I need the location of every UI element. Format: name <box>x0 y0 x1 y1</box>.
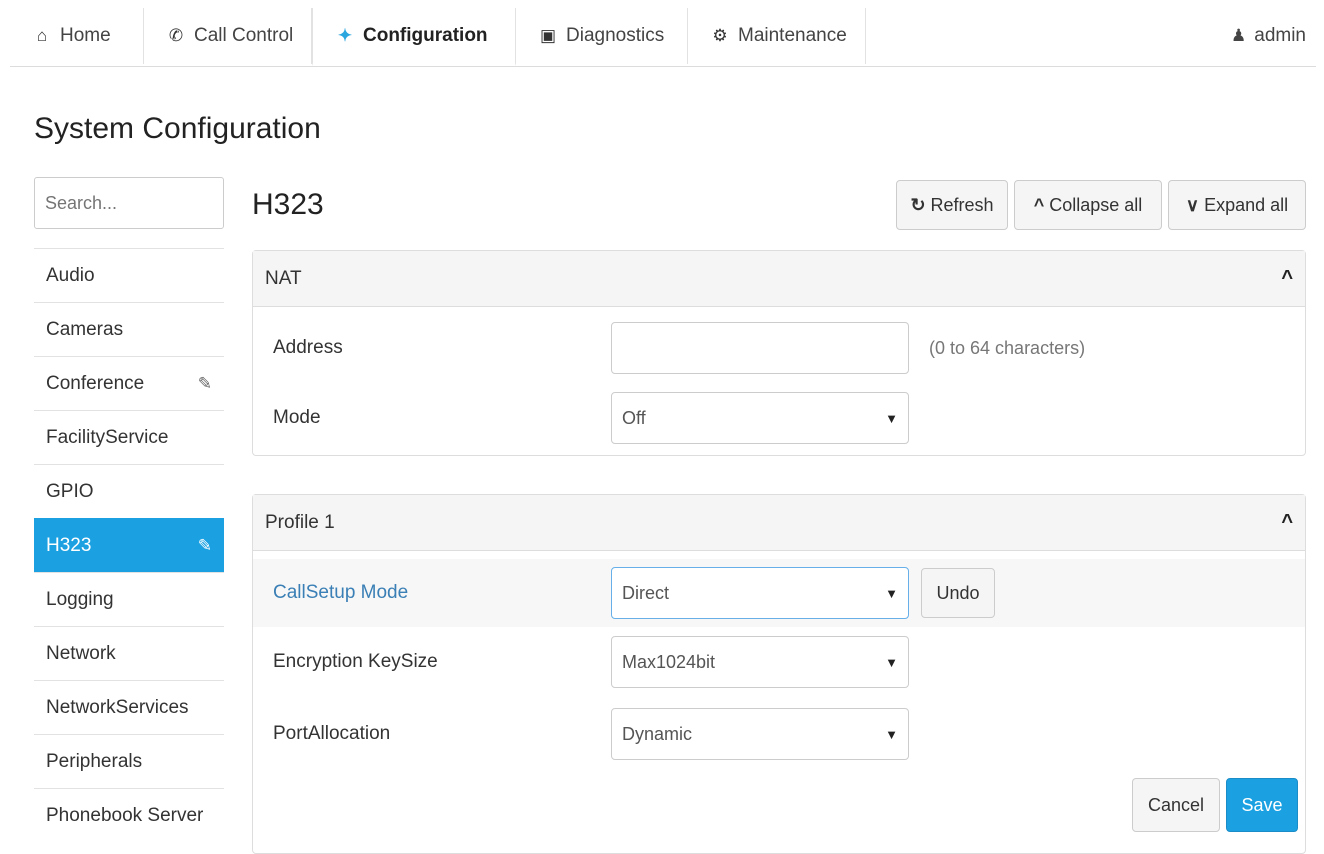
top-navigation: ⌂ Home ✆ Call Control ✦ Configuration ▣ … <box>10 8 1316 67</box>
refresh-button[interactable]: ↻ Refresh <box>896 180 1008 230</box>
sidebar-item-logging[interactable]: Logging <box>34 572 224 626</box>
sidebar-item-gpio[interactable]: GPIO <box>34 464 224 518</box>
encryption-keysize-select[interactable]: Max1024bit ▼ <box>611 636 909 688</box>
sidebar-item-audio[interactable]: Audio <box>34 248 224 302</box>
sidebar-item-label: Phonebook Server <box>46 804 204 826</box>
tab-home[interactable]: ⌂ Home <box>10 8 144 64</box>
caret-down-icon: ▼ <box>885 585 898 601</box>
tab-configuration[interactable]: ✦ Configuration <box>312 8 516 66</box>
sidebar-item-networkservices[interactable]: NetworkServices <box>34 680 224 734</box>
setting-row-encryption-keysize: Encryption KeySize Max1024bit ▼ <box>253 631 1305 693</box>
search-input[interactable] <box>34 177 224 229</box>
edit-icon: ✎ <box>197 373 212 393</box>
sidebar-item-label: NetworkServices <box>46 696 189 718</box>
panel-nat: NAT ^ Address (0 to 64 characters) Mode … <box>252 250 1306 456</box>
expand-all-label: Expand all <box>1204 194 1289 215</box>
cancel-button[interactable]: Cancel <box>1132 778 1220 832</box>
home-icon: ⌂ <box>36 26 48 45</box>
sidebar-item-h323[interactable]: H323 ✎ <box>34 518 224 572</box>
chevron-up-icon: ^ <box>1281 267 1293 289</box>
portallocation-select[interactable]: Dynamic ▼ <box>611 708 909 760</box>
select-value: Max1024bit <box>622 651 716 672</box>
sidebar-item-label: Conference <box>46 372 145 394</box>
user-icon: ♟ <box>1231 26 1247 45</box>
wrench-icon: ✦ <box>337 25 353 45</box>
setting-row-portallocation: PortAllocation Dynamic ▼ <box>253 703 1305 765</box>
collapse-all-button[interactable]: ^ Collapse all <box>1014 180 1162 230</box>
chevron-down-icon: ∨ <box>1185 194 1200 215</box>
tab-diagnostics[interactable]: ▣ Diagnostics <box>516 8 688 64</box>
setting-label: Mode <box>273 407 321 428</box>
setting-label: CallSetup Mode <box>273 582 409 603</box>
username: admin <box>1254 25 1306 46</box>
sidebar-item-label: Network <box>46 642 116 664</box>
gear-icon: ⚙ <box>712 26 728 45</box>
address-hint: (0 to 64 characters) <box>929 337 1086 358</box>
setting-label: Address <box>273 337 343 358</box>
callsetup-mode-select[interactable]: Direct ▼ <box>611 567 909 619</box>
select-value: Off <box>622 407 646 428</box>
select-value: Dynamic <box>622 723 693 744</box>
mode-select[interactable]: Off ▼ <box>611 392 909 444</box>
sidebar-item-label: Peripherals <box>46 750 143 772</box>
save-button[interactable]: Save <box>1226 778 1298 832</box>
tab-diagnostics-label: Diagnostics <box>566 25 665 46</box>
collapse-all-label: Collapse all <box>1049 194 1143 215</box>
chevron-up-icon: ^ <box>1281 511 1293 533</box>
setting-label: Encryption KeySize <box>273 651 438 672</box>
expand-all-button[interactable]: ∨ Expand all <box>1168 180 1306 230</box>
tab-call-control-label: Call Control <box>194 25 294 46</box>
setting-label: PortAllocation <box>273 723 391 744</box>
sidebar-item-cameras[interactable]: Cameras <box>34 302 224 356</box>
sidebar-item-label: GPIO <box>46 480 94 502</box>
caret-down-icon: ▼ <box>885 726 898 742</box>
setting-row-address: Address (0 to 64 characters) <box>253 317 1305 379</box>
tab-maintenance[interactable]: ⚙ Maintenance <box>688 8 866 64</box>
panel-title: NAT <box>265 267 302 289</box>
user-menu[interactable]: ♟ admin <box>1231 8 1306 64</box>
page-title: System Configuration <box>34 112 321 145</box>
tab-configuration-label: Configuration <box>363 24 488 46</box>
select-value: Direct <box>622 582 670 603</box>
sidebar: Audio Cameras Conference ✎ FacilityServic… <box>34 248 224 842</box>
caret-down-icon: ▼ <box>885 654 898 670</box>
sidebar-item-label: Cameras <box>46 318 124 340</box>
sidebar-item-conference[interactable]: Conference ✎ <box>34 356 224 410</box>
refresh-icon: ↻ <box>910 194 926 215</box>
sidebar-item-label: H323 <box>46 534 92 556</box>
medkit-icon: ▣ <box>540 26 557 45</box>
sidebar-item-peripherals[interactable]: Peripherals <box>34 734 224 788</box>
tab-call-control[interactable]: ✆ Call Control <box>144 8 312 64</box>
chevron-up-icon: ^ <box>1033 194 1045 215</box>
sidebar-item-network[interactable]: Network <box>34 626 224 680</box>
edit-icon: ✎ <box>197 535 212 555</box>
tab-home-label: Home <box>60 25 111 46</box>
refresh-label: Refresh <box>930 194 994 215</box>
panel-header-nat[interactable]: NAT ^ <box>253 251 1305 307</box>
setting-row-callsetup-mode: CallSetup Mode Direct ▼ Undo <box>253 559 1305 627</box>
sidebar-item-facilityservice[interactable]: FacilityService <box>34 410 224 464</box>
caret-down-icon: ▼ <box>885 410 898 426</box>
sidebar-item-label: Logging <box>46 588 114 610</box>
tab-maintenance-label: Maintenance <box>738 25 847 46</box>
phone-icon: ✆ <box>168 26 184 45</box>
panel-title: Profile 1 <box>265 511 335 533</box>
sidebar-item-label: FacilityService <box>46 426 169 448</box>
section-title: H323 <box>252 188 324 221</box>
setting-row-mode: Mode Off ▼ <box>253 387 1305 449</box>
address-input[interactable] <box>611 322 909 374</box>
undo-button[interactable]: Undo <box>921 568 995 618</box>
panel-header-profile-1[interactable]: Profile 1 ^ <box>253 495 1305 551</box>
sidebar-item-label: Audio <box>46 264 95 286</box>
